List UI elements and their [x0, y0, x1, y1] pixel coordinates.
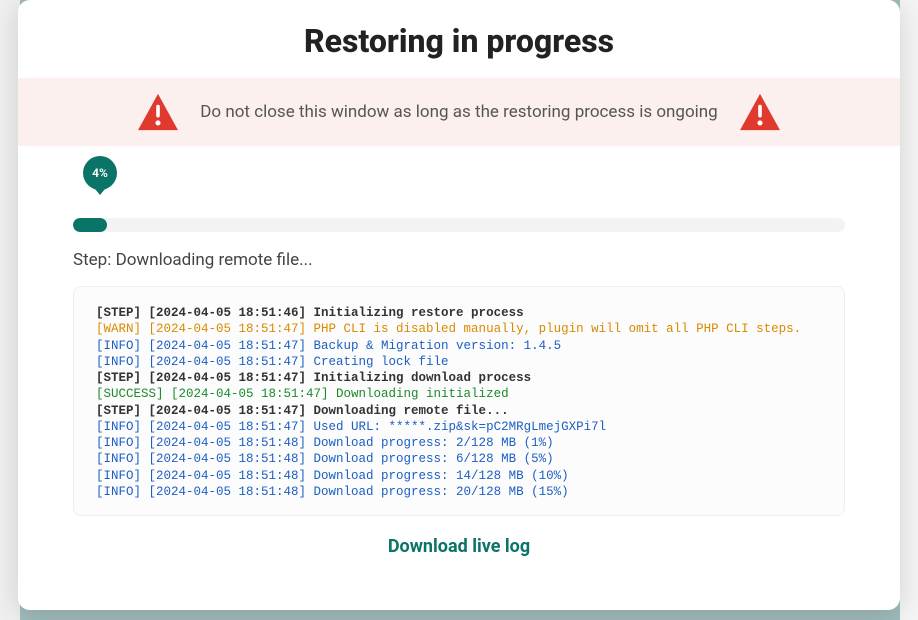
log-line: [WARN] [2024-04-05 18:51:47] PHP CLI is … [96, 321, 822, 337]
log-line: [STEP] [2024-04-05 18:51:47] Initializin… [96, 370, 822, 386]
warning-message: Do not close this window as long as the … [200, 102, 717, 122]
log-line: [STEP] [2024-04-05 18:51:47] Downloading… [96, 403, 822, 419]
current-step-line: Step: Downloading remote file... [18, 232, 900, 280]
log-line: [INFO] [2024-04-05 18:51:48] Download pr… [96, 451, 822, 467]
modal-title: Restoring in progress [18, 0, 900, 78]
progress-bar-fill [73, 218, 107, 232]
log-line: [INFO] [2024-04-05 18:51:48] Download pr… [96, 484, 822, 500]
log-line: [INFO] [2024-04-05 18:51:47] Backup & Mi… [96, 338, 822, 354]
background-left-strip [0, 0, 20, 620]
log-line: [STEP] [2024-04-05 18:51:46] Initializin… [96, 305, 822, 321]
warning-banner: Do not close this window as long as the … [18, 78, 900, 146]
log-line: [SUCCESS] [2024-04-05 18:51:47] Download… [96, 386, 822, 402]
log-line: [INFO] [2024-04-05 18:51:47] Used URL: *… [96, 419, 822, 435]
progress-percent-value: 4% [92, 166, 108, 180]
log-output-box[interactable]: [STEP] [2024-04-05 18:51:46] Initializin… [73, 286, 845, 516]
progress-bar-track [73, 218, 845, 232]
log-line: [INFO] [2024-04-05 18:51:47] Creating lo… [96, 354, 822, 370]
background-right-strip [900, 0, 918, 620]
download-link-row: Download live log [18, 516, 900, 567]
progress-area: 4% [18, 146, 900, 232]
progress-percent-bubble-wrap: 4% [73, 156, 117, 190]
step-prefix: Step: [73, 250, 116, 270]
log-line: [INFO] [2024-04-05 18:51:48] Download pr… [96, 435, 822, 451]
progress-percent-bubble: 4% [83, 156, 117, 190]
restore-progress-modal: Restoring in progress Do not close this … [18, 0, 900, 610]
step-text: Downloading remote file... [116, 250, 313, 270]
warning-triangle-icon [136, 92, 180, 132]
download-live-log-link[interactable]: Download live log [388, 536, 530, 557]
warning-triangle-icon [738, 92, 782, 132]
log-line: [INFO] [2024-04-05 18:51:48] Download pr… [96, 468, 822, 484]
